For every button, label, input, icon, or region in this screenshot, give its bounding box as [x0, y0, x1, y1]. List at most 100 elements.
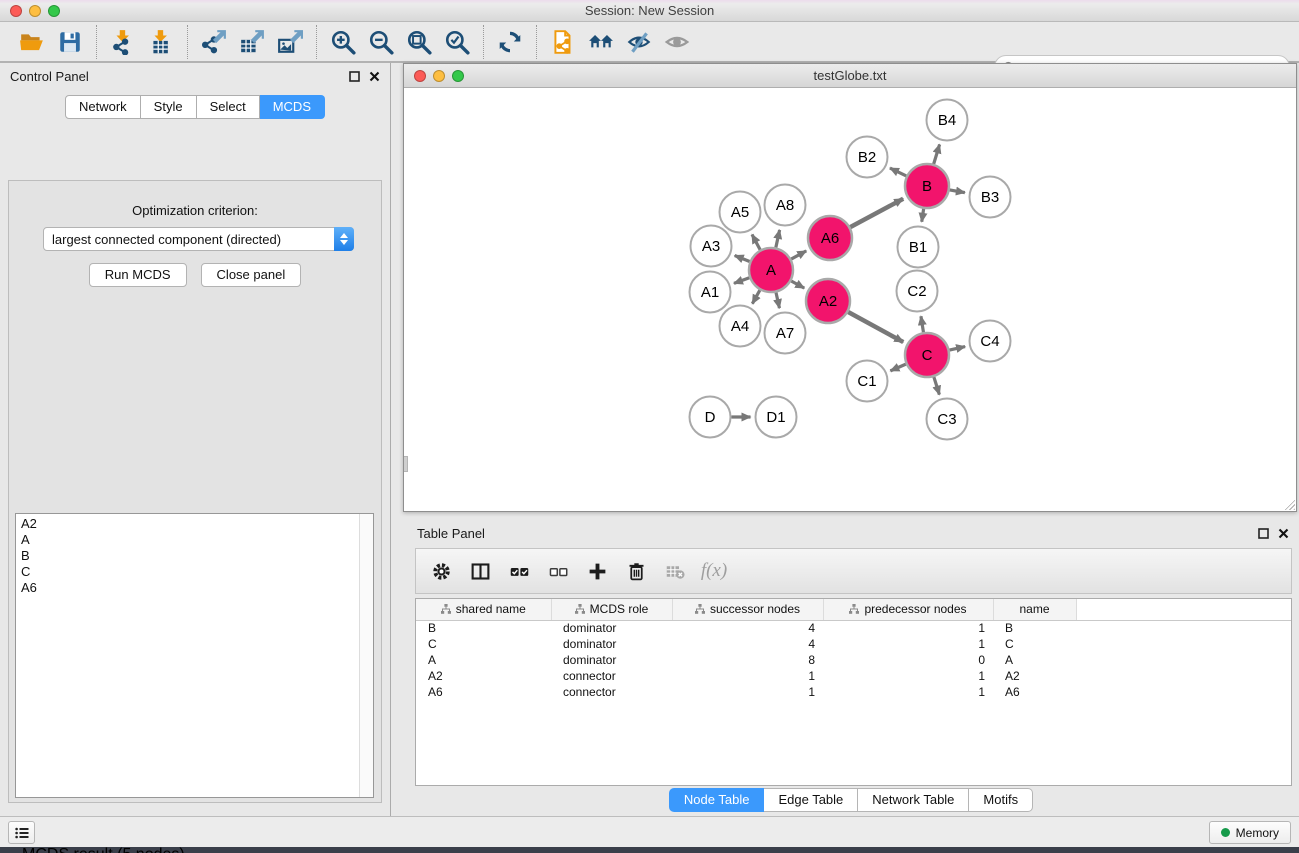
open-file-button[interactable] [13, 25, 51, 59]
table-cell[interactable]: 4 [672, 636, 823, 652]
table-cell[interactable]: dominator [551, 620, 672, 636]
tab-select[interactable]: Select [197, 95, 260, 119]
network-window-titlebar[interactable]: testGlobe.txt [404, 64, 1296, 88]
deselect-all-checkboxes-button[interactable] [543, 554, 573, 588]
table-row[interactable]: Bdominator41B [416, 620, 1291, 636]
delete-column-trash-button[interactable] [621, 554, 651, 588]
criterion-dropdown[interactable]: largest connected component (directed) [43, 227, 354, 251]
close-panel-icon[interactable] [369, 71, 380, 82]
graph-edge-C-C3[interactable] [934, 377, 940, 395]
show-graphics-details-button[interactable] [658, 25, 696, 59]
table-cell[interactable]: 1 [672, 684, 823, 700]
run-mcds-button[interactable]: Run MCDS [89, 263, 187, 287]
show-panels-button[interactable] [8, 821, 35, 844]
export-network-button[interactable] [195, 25, 233, 59]
tab-edge-table[interactable]: Edge Table [764, 788, 858, 812]
network-canvas[interactable]: B4B2BB3A8A5A6A3B1AC2A1A2A4A7C4CC1DD1C3 [404, 88, 1296, 511]
graph-edge-A-A7[interactable] [776, 292, 779, 308]
mcds-result-item[interactable]: A6 [16, 580, 359, 596]
column-header-shared-name[interactable]: shared name [416, 599, 551, 620]
graph-edge-A-A4[interactable] [752, 290, 760, 304]
graph-edge-B-B3[interactable] [950, 190, 965, 193]
add-column-plus-button[interactable] [582, 554, 612, 588]
close-panel-button[interactable]: Close panel [201, 263, 302, 287]
table-cell[interactable]: 0 [823, 652, 993, 668]
table-cell[interactable]: A2 [416, 668, 551, 684]
graph-edge-A-A8[interactable] [776, 230, 780, 248]
graph-edge-A-A2[interactable] [791, 281, 804, 288]
table-cell[interactable]: 8 [672, 652, 823, 668]
mcds-result-item[interactable]: A [16, 532, 359, 548]
close-window-button[interactable] [10, 5, 22, 17]
export-image-button[interactable] [271, 25, 309, 59]
zoom-selected-button[interactable] [438, 25, 476, 59]
table-cell[interactable]: A6 [993, 684, 1076, 700]
network-view-window[interactable]: testGlobe.txt B4B2BB3A8A5A6A3B1AC2A1A2A4… [403, 63, 1297, 512]
graph-edge-C-C4[interactable] [949, 347, 965, 350]
table-cell[interactable]: A [416, 652, 551, 668]
select-all-checkboxes-button[interactable] [504, 554, 534, 588]
column-header-successor-nodes[interactable]: successor nodes [672, 599, 823, 620]
table-row[interactable]: Adominator80A [416, 652, 1291, 668]
table-cell[interactable]: B [416, 620, 551, 636]
table-cell[interactable]: A [993, 652, 1076, 668]
graph-edge-A-A3[interactable] [735, 255, 750, 261]
graph-edge-C-C2[interactable] [921, 316, 924, 332]
mcds-result-item[interactable]: C [16, 564, 359, 580]
table-cell[interactable]: 1 [823, 684, 993, 700]
close-table-panel-icon[interactable] [1278, 528, 1289, 539]
network-close-button[interactable] [414, 70, 426, 82]
table-cell[interactable]: A6 [416, 684, 551, 700]
table-row[interactable]: A6connector11A6 [416, 684, 1291, 700]
graph-edge-A2-C[interactable] [848, 312, 903, 342]
table-row[interactable]: Cdominator41C [416, 636, 1291, 652]
table-cell[interactable]: connector [551, 668, 672, 684]
graph-edge-B-B2[interactable] [890, 168, 906, 176]
export-table-button[interactable] [233, 25, 271, 59]
home-view-button[interactable] [582, 25, 620, 59]
graph-edge-A6-B[interactable] [850, 199, 903, 227]
network-minimize-button[interactable] [433, 70, 445, 82]
network-from-file-button[interactable] [544, 25, 582, 59]
table-cell[interactable]: 1 [672, 668, 823, 684]
graph-edge-B-B1[interactable] [922, 209, 924, 222]
import-table-button[interactable] [142, 25, 180, 59]
column-header-MCDS-role[interactable]: MCDS role [551, 599, 672, 620]
table-cell[interactable]: C [993, 636, 1076, 652]
table-row[interactable]: A2connector11A2 [416, 668, 1291, 684]
table-cell[interactable]: 1 [823, 668, 993, 684]
table-cell[interactable]: 1 [823, 636, 993, 652]
tab-network-table[interactable]: Network Table [858, 788, 969, 812]
tab-motifs[interactable]: Motifs [969, 788, 1033, 812]
zoom-out-button[interactable] [362, 25, 400, 59]
table-cell[interactable]: A2 [993, 668, 1076, 684]
zoom-in-button[interactable] [324, 25, 362, 59]
table-cell[interactable]: dominator [551, 636, 672, 652]
mcds-result-item[interactable]: A2 [16, 516, 359, 532]
network-zoom-button[interactable] [452, 70, 464, 82]
table-cell[interactable]: 1 [823, 620, 993, 636]
memory-button[interactable]: Memory [1209, 821, 1291, 844]
mcds-list-scrollbar[interactable] [359, 514, 373, 797]
float-table-panel-icon[interactable] [1258, 528, 1269, 539]
mcds-result-item[interactable]: B [16, 548, 359, 564]
graph-edge-A-A6[interactable] [791, 251, 806, 259]
minimize-window-button[interactable] [29, 5, 41, 17]
column-header-name[interactable]: name [993, 599, 1076, 620]
graph-edge-A-A5[interactable] [752, 234, 760, 249]
table-settings-gear-button[interactable] [426, 554, 456, 588]
zoom-fit-button[interactable] [400, 25, 438, 59]
tab-mcds[interactable]: MCDS [260, 95, 325, 119]
graph-edge-A-A1[interactable] [734, 278, 749, 284]
zoom-window-button[interactable] [48, 5, 60, 17]
table-cell[interactable]: dominator [551, 652, 672, 668]
table-cell[interactable]: C [416, 636, 551, 652]
save-session-button[interactable] [51, 25, 89, 59]
table-cell[interactable]: connector [551, 684, 672, 700]
table-cell[interactable]: B [993, 620, 1076, 636]
hide-graphics-details-button[interactable] [620, 25, 658, 59]
tab-network[interactable]: Network [65, 95, 141, 119]
tab-style[interactable]: Style [141, 95, 197, 119]
import-network-button[interactable] [104, 25, 142, 59]
table-cell[interactable]: 4 [672, 620, 823, 636]
